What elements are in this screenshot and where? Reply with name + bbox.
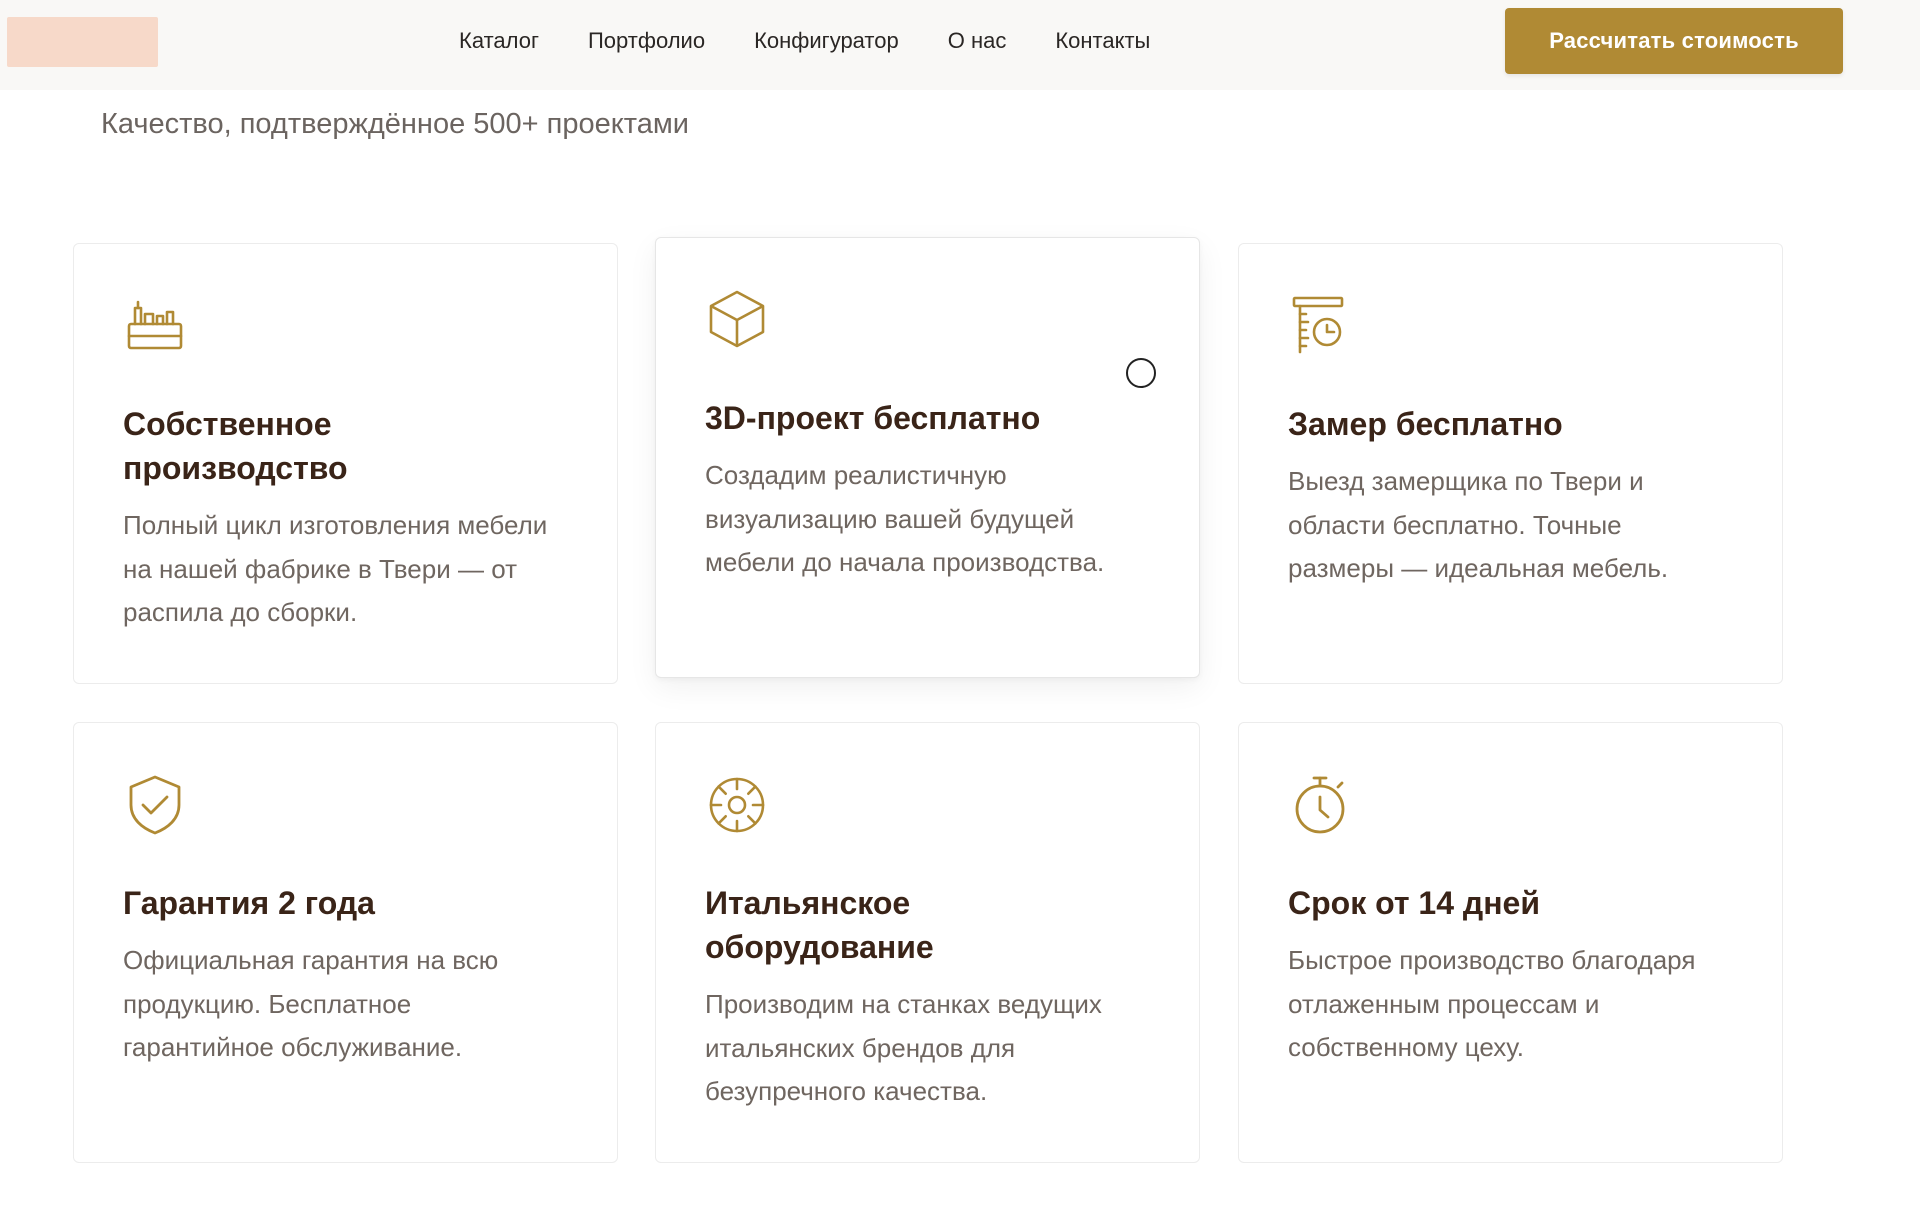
nav-catalog[interactable]: Каталог — [459, 26, 539, 56]
feature-text: Быстрое производство благодаря отлаженны… — [1288, 945, 1696, 1062]
feature-title: Гарантия 2 года — [123, 885, 375, 921]
site-header: Каталог Портфолио Конфигуратор О нас Кон… — [0, 0, 1920, 90]
shield-check-icon — [123, 773, 187, 837]
ruler-clock-icon — [1288, 294, 1352, 358]
cube-icon — [705, 288, 769, 352]
feature-text: Создадим реалистичную визуализацию вашей… — [705, 460, 1105, 577]
cursor-indicator — [1126, 358, 1156, 388]
feature-text: Официальная гарантия на всю продукцию. Б… — [123, 945, 499, 1062]
feature-text: Выезд замерщика по Твери и области беспл… — [1288, 466, 1669, 583]
feature-card-timing: Срок от 14 дней Быстрое производство бла… — [1238, 722, 1783, 1163]
logo[interactable] — [7, 17, 158, 67]
feature-title: Срок от 14 дней — [1288, 885, 1541, 921]
feature-text: Производим на станках ведущих итальянски… — [705, 989, 1102, 1106]
stopwatch-icon — [1288, 773, 1352, 837]
feature-card-3d: 3D-проект бесплатно Создадим реалистичну… — [655, 237, 1200, 678]
feature-title: Итальянское оборудование — [705, 885, 934, 965]
feature-text: Полный цикл изготовления мебели на нашей… — [123, 510, 548, 627]
nav-contacts[interactable]: Контакты — [1055, 26, 1150, 56]
factory-icon — [123, 294, 187, 358]
feature-title: 3D-проект бесплатно — [705, 400, 1041, 436]
gear-icon — [705, 773, 769, 837]
main-nav: Каталог Портфолио Конфигуратор О нас Кон… — [459, 26, 1150, 56]
feature-card-production: Собственное производство Полный цикл изг… — [73, 243, 618, 684]
feature-card-warranty: Гарантия 2 года Официальная гарантия на … — [73, 722, 618, 1163]
nav-about[interactable]: О нас — [948, 26, 1007, 56]
nav-configurator[interactable]: Конфигуратор — [754, 26, 899, 56]
feature-title: Собственное производство — [123, 406, 348, 486]
nav-portfolio[interactable]: Портфолио — [588, 26, 705, 56]
section-subtitle: Качество, подтверждённое 500+ проектами — [101, 108, 689, 140]
calculate-price-button[interactable]: Рассчитать стоимость — [1505, 8, 1843, 74]
feature-title: Замер бесплатно — [1288, 406, 1563, 442]
feature-card-measure: Замер бесплатно Выезд замерщика по Твери… — [1238, 243, 1783, 684]
feature-card-equipment: Итальянское оборудование Производим на с… — [655, 722, 1200, 1163]
